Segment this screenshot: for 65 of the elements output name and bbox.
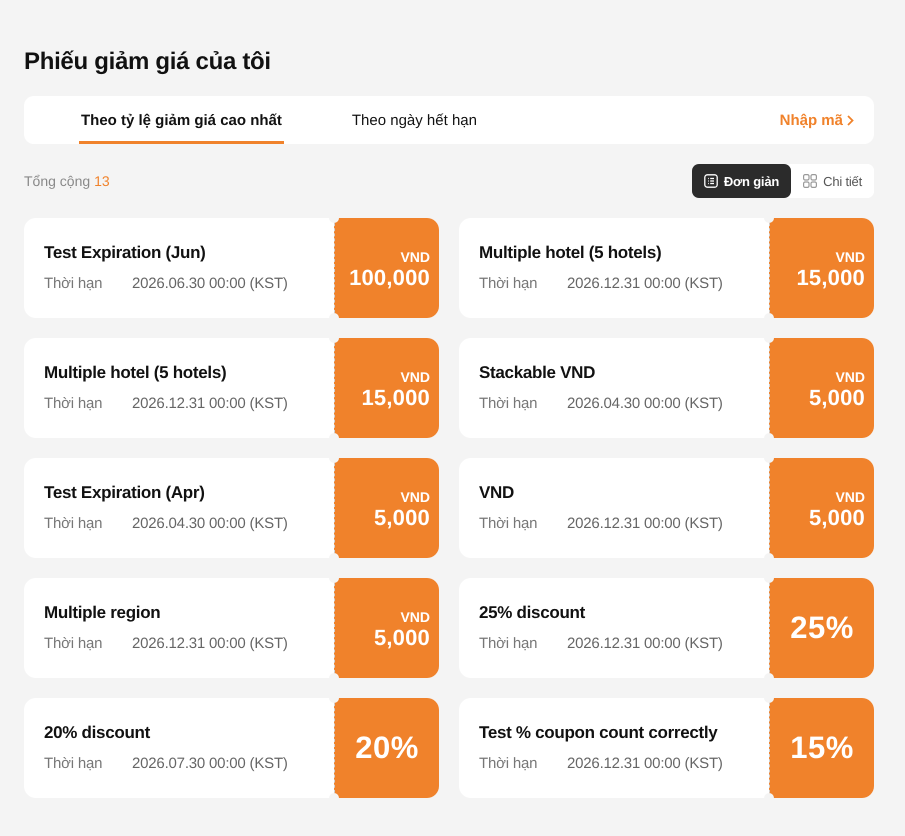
discount-amount: 5,000 (808, 385, 865, 411)
expiry-date: 2026.12.31 00:00 (KST) (132, 635, 288, 652)
expiry-date: 2026.12.31 00:00 (KST) (567, 275, 723, 292)
coupon-card[interactable]: Multiple hotel (5 hotels) Thời hạn 2026.12.31 00:00 (KST) (24, 338, 334, 438)
list-icon (704, 174, 718, 188)
expiry-date: 2026.12.31 00:00 (KST) (567, 515, 723, 532)
sort-tab[interactable]: Theo ngày hết hạn (350, 96, 479, 144)
discount-percent: 25% (790, 610, 854, 646)
validity-label: Thời hạn (479, 515, 538, 532)
coupon-title: 20% discount (44, 722, 152, 744)
coupon-card[interactable]: Test Expiration (Apr) Thời hạn 2026.04.30 00:00 (KST) (24, 458, 334, 558)
currency-label: VND (835, 369, 865, 385)
coupon-card[interactable]: 25% discount Thời hạn 2026.12.31 00:00 (KST) (459, 578, 769, 678)
coupon-card[interactable]: Multiple hotel (5 hotels) Thời hạn 2026.12.31 00:00 (KST) (459, 218, 769, 318)
coupon-title: Multiple region (44, 602, 162, 624)
currency-label: VND (400, 609, 430, 625)
expiry-date: 2026.12.31 00:00 (KST) (567, 755, 723, 772)
currency-label: VND (835, 249, 865, 265)
validity-label: Thời hạn (44, 515, 104, 532)
discount-amount: 5,000 (374, 625, 430, 651)
expiry-date: 2026.04.30 00:00 (KST) (132, 515, 288, 532)
coupon-title: Test Expiration (Apr) (44, 482, 206, 504)
discount-amount: 15,000 (362, 385, 430, 411)
coupon-title: Test Expiration (Jun) (44, 242, 207, 264)
coupon-title: Stackable VND (479, 362, 596, 384)
validity-label: Thời hạn (479, 635, 538, 652)
discount-amount: 15,000 (796, 265, 865, 291)
validity-label: Thời hạn (479, 395, 538, 412)
coupon-title: 25% discount (479, 602, 586, 624)
page-title: Phiếu giảm giá của tôi (24, 47, 272, 77)
currency-label: VND (400, 489, 430, 505)
coupon-title: Multiple hotel (5 hotels) (479, 242, 662, 264)
coupon-title: Test % coupon count correctly (479, 722, 718, 744)
currency-label: VND (400, 369, 430, 385)
coupon-card[interactable]: Multiple region Thời hạn 2026.12.31 00:00 (KST) (24, 578, 334, 678)
grid-icon (803, 174, 818, 188)
coupon-card[interactable]: VND Thời hạn 2026.12.31 00:00 (KST) (459, 458, 769, 558)
discount-amount: 5,000 (808, 505, 865, 531)
coupon-card[interactable]: Test % coupon count correctly Thời hạn 2026.12.31 00:00 (KST) (459, 698, 769, 798)
coupon-card[interactable]: Test Expiration (Jun) Thời hạn 2026.06.30 00:00 (KST) (24, 218, 334, 318)
validity-label: Thời hạn (479, 755, 538, 772)
validity-label: Thời hạn (44, 275, 104, 292)
coupon-card[interactable]: 20% discount Thời hạn 2026.07.30 00:00 (KST) (24, 698, 334, 798)
expiry-date: 2026.07.30 00:00 (KST) (132, 755, 288, 772)
currency-label: VND (400, 249, 430, 265)
expiry-date: 2026.06.30 00:00 (KST) (132, 275, 288, 292)
currency-label: VND (835, 489, 865, 505)
validity-label: Thời hạn (44, 755, 104, 772)
expiry-date: 2026.04.30 00:00 (KST) (567, 395, 723, 412)
discount-amount: 5,000 (374, 505, 430, 531)
coupon-title: Multiple hotel (5 hotels) (44, 362, 228, 384)
discount-percent: 20% (355, 730, 419, 766)
expiry-date: 2026.12.31 00:00 (KST) (567, 635, 723, 652)
sort-tab[interactable]: Theo tỷ lệ giảm giá cao nhất (79, 96, 284, 144)
validity-label: Thời hạn (44, 635, 104, 652)
total-count: Tổng cộng 13 (24, 173, 110, 189)
coupon-title: VND (479, 482, 515, 504)
discount-percent: 15% (790, 730, 854, 766)
chevron-right-icon (847, 114, 854, 126)
coupon-card[interactable]: Stackable VND Thời hạn 2026.04.30 00:00 (KST) (459, 338, 769, 438)
discount-amount: 100,000 (349, 265, 430, 291)
view-mode-button[interactable]: Đơn giản (692, 164, 792, 198)
validity-label: Thời hạn (479, 275, 538, 292)
expiry-date: 2026.12.31 00:00 (KST) (132, 395, 288, 412)
validity-label: Thời hạn (44, 395, 104, 412)
